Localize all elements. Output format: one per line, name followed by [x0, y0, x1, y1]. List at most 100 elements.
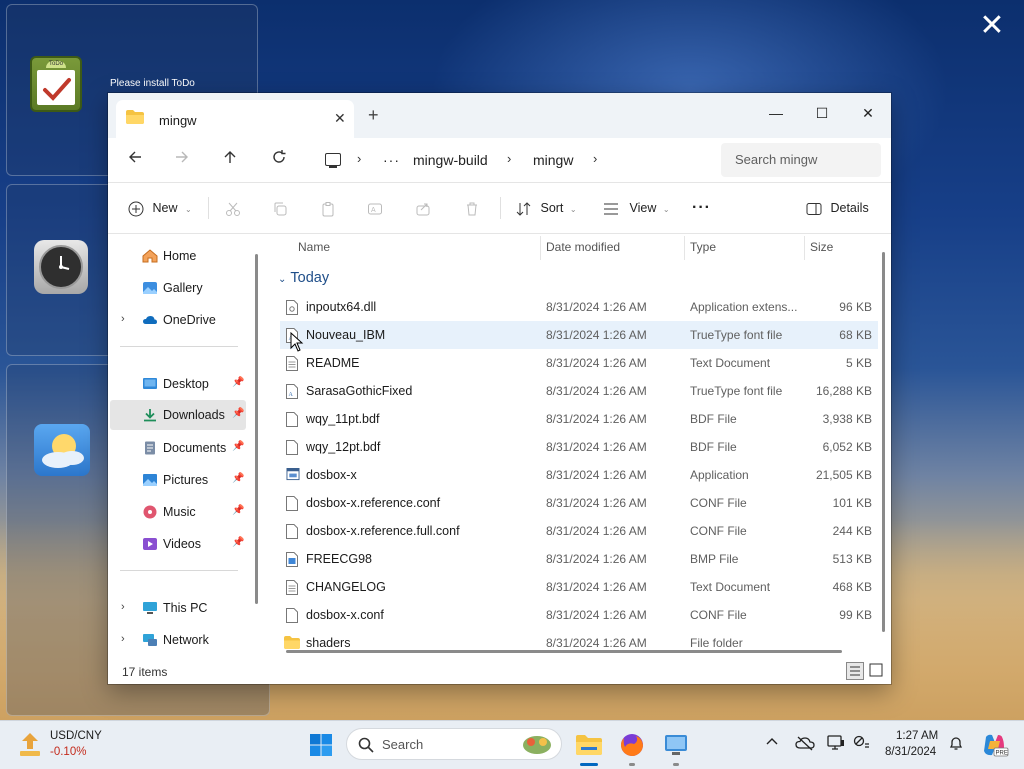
- column-header-type[interactable]: Type: [690, 240, 716, 254]
- column-divider[interactable]: [540, 236, 541, 260]
- refresh-button[interactable]: [263, 144, 295, 176]
- copy-button[interactable]: [272, 195, 288, 221]
- breadcrumb[interactable]: › ··· mingw-build › mingw ›: [313, 143, 713, 177]
- search-input[interactable]: [733, 151, 877, 168]
- column-header-name[interactable]: Name: [298, 240, 330, 254]
- nav-item-desktop[interactable]: Desktop 📌: [110, 369, 246, 399]
- maximize-button[interactable]: ☐: [799, 99, 845, 127]
- nav-scrollbar[interactable]: [255, 254, 258, 604]
- file-row[interactable]: wqy_12pt.bdf 8/31/2024 1:26 AM BDF File 6,0…: [280, 433, 878, 461]
- chevron-right-icon[interactable]: ›: [593, 151, 597, 166]
- clock-time[interactable]: 1:27 AM: [896, 730, 938, 742]
- network-status-icon[interactable]: [853, 735, 871, 754]
- display-icon[interactable]: [827, 735, 845, 754]
- vertical-scrollbar[interactable]: [882, 252, 885, 632]
- file-row[interactable]: CHANGELOG 8/31/2024 1:26 AM Text Document 4…: [280, 573, 878, 601]
- cut-button[interactable]: [225, 195, 241, 221]
- file-row[interactable]: inpoutx64.dll 8/31/2024 1:26 AM Applicatio…: [280, 293, 878, 321]
- file-row[interactable]: FREECG98 8/31/2024 1:26 AM BMP File 513 KB: [280, 545, 878, 573]
- clock-date[interactable]: 8/31/2024: [885, 746, 936, 758]
- pin-icon[interactable]: 📌: [232, 505, 244, 516]
- details-view-button[interactable]: [846, 662, 864, 680]
- nav-item-this-pc[interactable]: › This PC: [110, 593, 246, 623]
- file-row[interactable]: README 8/31/2024 1:26 AM Text Document 5 KB: [280, 349, 878, 377]
- forward-button[interactable]: [166, 144, 198, 176]
- breadcrumb-mingw-build[interactable]: mingw-build: [413, 152, 488, 168]
- minimize-button[interactable]: —: [753, 99, 799, 127]
- nav-item-pictures[interactable]: Pictures 📌: [110, 465, 246, 495]
- pin-icon[interactable]: 📌: [232, 408, 244, 419]
- file-row[interactable]: dosbox-x.conf 8/31/2024 1:26 AM CONF File 9…: [280, 601, 878, 629]
- new-button[interactable]: New ⌄: [128, 195, 192, 221]
- taskbar-control-panel[interactable]: [660, 729, 692, 761]
- column-header-date[interactable]: Date modified: [546, 240, 620, 254]
- pc-icon[interactable]: [325, 153, 341, 168]
- todo-app-icon[interactable]: ToDo: [30, 56, 82, 112]
- ticker-symbol[interactable]: USD/CNY: [50, 730, 102, 742]
- taskbar-file-explorer[interactable]: [573, 729, 605, 761]
- view-button[interactable]: View ⌄: [602, 195, 670, 221]
- pin-icon[interactable]: 📌: [232, 473, 244, 484]
- more-options-button[interactable]: ···: [692, 195, 711, 221]
- onedrive-offline-icon[interactable]: [795, 735, 815, 754]
- file-row[interactable]: dosbox-x 8/31/2024 1:26 AM Application 21,5…: [280, 461, 878, 489]
- nav-item-downloads[interactable]: Downloads 📌: [110, 400, 246, 430]
- chevron-right-icon[interactable]: ›: [121, 633, 125, 645]
- pin-icon[interactable]: 📌: [232, 537, 244, 548]
- chevron-right-icon[interactable]: ›: [121, 601, 125, 613]
- file-row[interactable]: dosbox-x.reference.conf 8/31/2024 1:26 AM…: [280, 489, 878, 517]
- close-window-button[interactable]: ✕: [845, 99, 891, 127]
- nav-item-network[interactable]: › Network: [110, 625, 246, 655]
- column-divider[interactable]: [804, 236, 805, 260]
- copilot-button[interactable]: PRE: [978, 729, 1010, 761]
- nav-item-music[interactable]: Music 📌: [110, 497, 246, 527]
- column-divider[interactable]: [684, 236, 685, 260]
- chevron-right-icon[interactable]: ›: [507, 151, 511, 166]
- clock-icon[interactable]: [34, 240, 88, 294]
- delete-button[interactable]: [464, 195, 480, 221]
- nav-item-documents[interactable]: Documents 📌: [110, 433, 246, 463]
- tiles-view-button[interactable]: [868, 662, 886, 680]
- cloud-icon: [143, 316, 157, 324]
- tab-mingw[interactable]: mingw ✕: [116, 100, 354, 138]
- chevron-right-icon[interactable]: ›: [121, 313, 125, 325]
- weather-icon[interactable]: [34, 424, 90, 476]
- overlay-close-button[interactable]: ✕: [976, 10, 1008, 42]
- group-header-today[interactable]: ⌄ Today: [278, 270, 329, 286]
- rename-button[interactable]: A: [367, 195, 383, 221]
- file-row[interactable]: A SarasaGothicFixed 8/31/2024 1:26 AM TrueT…: [280, 377, 878, 405]
- breadcrumb-overflow[interactable]: ···: [383, 152, 400, 168]
- sort-button[interactable]: Sort ⌄: [515, 195, 577, 221]
- taskbar-firefox[interactable]: [616, 729, 648, 761]
- nav-item-home[interactable]: Home: [110, 241, 246, 271]
- search-box[interactable]: [721, 143, 881, 177]
- notification-bell-icon[interactable]: [948, 735, 964, 754]
- nav-item-onedrive[interactable]: › OneDrive: [110, 305, 246, 335]
- file-name: SarasaGothicFixed: [306, 384, 413, 398]
- taskbar-search[interactable]: Search: [346, 728, 562, 760]
- up-button[interactable]: [214, 144, 246, 176]
- svg-text:PRE: PRE: [996, 751, 1008, 757]
- ticker-widget[interactable]: [14, 729, 46, 761]
- ticker-change[interactable]: -0.10%: [50, 746, 86, 758]
- nav-item-gallery[interactable]: Gallery: [110, 273, 246, 303]
- back-button[interactable]: [119, 144, 151, 176]
- chevron-right-icon[interactable]: ›: [357, 151, 361, 166]
- pin-icon[interactable]: 📌: [232, 441, 244, 452]
- file-row[interactable]: wqy_11pt.bdf 8/31/2024 1:26 AM BDF File 3,9…: [280, 405, 878, 433]
- pin-icon[interactable]: 📌: [232, 377, 244, 388]
- details-pane-button[interactable]: Details: [806, 195, 869, 221]
- column-header-size[interactable]: Size: [810, 240, 833, 254]
- tab-close-button[interactable]: ✕: [334, 110, 346, 127]
- paste-button[interactable]: [320, 195, 336, 221]
- file-row[interactable]: ANouveau_IBM8/31/2024 1:26 AMTrueType fo…: [280, 321, 878, 349]
- horizontal-scrollbar[interactable]: [286, 650, 842, 653]
- breadcrumb-mingw[interactable]: mingw: [533, 152, 573, 168]
- file-row[interactable]: dosbox-x.reference.full.conf 8/31/2024 1:…: [280, 517, 878, 545]
- nav-item-videos[interactable]: Videos 📌: [110, 529, 246, 559]
- nav-label: OneDrive: [163, 313, 216, 327]
- new-tab-button[interactable]: +: [368, 106, 379, 124]
- show-hidden-icons-chevron-icon[interactable]: [765, 735, 779, 752]
- start-button[interactable]: [305, 729, 337, 761]
- share-button[interactable]: [415, 195, 431, 221]
